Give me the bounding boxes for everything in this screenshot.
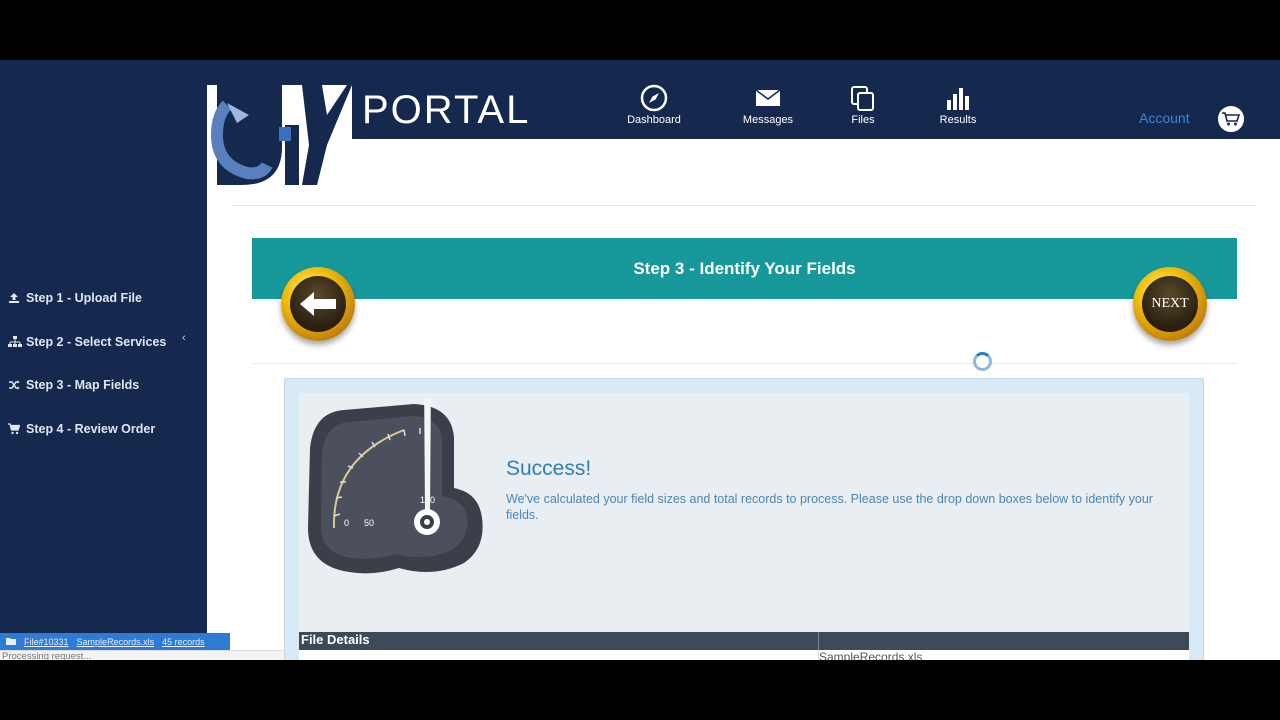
divider bbox=[232, 205, 1256, 206]
sidebar-item-upload-file[interactable]: Step 1 - Upload File bbox=[8, 291, 142, 305]
nav-messages[interactable]: Messages bbox=[728, 84, 808, 126]
cart-icon bbox=[8, 423, 21, 435]
sidebar-item-review-order[interactable]: Step 4 - Review Order bbox=[8, 422, 155, 436]
sidebar-item-map-fields[interactable]: Step 3 - Map Fields bbox=[8, 378, 139, 392]
speedometer-gauge: 0 50 100 bbox=[308, 398, 483, 574]
table-cell: SampleRecords.xls bbox=[819, 650, 923, 660]
diy-logo[interactable] bbox=[207, 85, 352, 185]
app-screen: Step 1 - Upload File Step 2 - Select Ser… bbox=[0, 60, 1280, 660]
table-header-cell: File Details bbox=[299, 632, 819, 650]
file-name: SampleRecords.xls bbox=[76, 636, 155, 647]
envelope-icon bbox=[755, 89, 781, 106]
chevron-left-icon[interactable]: ‹ bbox=[182, 332, 186, 344]
sidebar-item-label: Step 1 - Upload File bbox=[26, 291, 142, 305]
table-header: File Details bbox=[299, 632, 1189, 650]
portal-title: PORTAL bbox=[362, 88, 531, 132]
gauge-tick-50: 50 bbox=[364, 518, 374, 528]
nav-dashboard[interactable]: Dashboard bbox=[614, 84, 694, 126]
sidebar-item-select-services[interactable]: Step 2 - Select Services bbox=[8, 335, 166, 349]
success-title: Success! bbox=[506, 457, 592, 480]
shuffle-icon bbox=[8, 379, 20, 391]
file-chip[interactable]: File#10331 SampleRecords.xls 45 records bbox=[0, 633, 230, 650]
next-label: NEXT bbox=[1151, 296, 1189, 311]
success-message: We've calculated your field sizes and to… bbox=[506, 492, 1153, 522]
table-row: SampleRecords.xls bbox=[299, 650, 1189, 660]
files-icon bbox=[851, 86, 874, 111]
file-id: File#10331 bbox=[24, 636, 69, 647]
cart-icon bbox=[1222, 112, 1240, 126]
bar-chart-icon bbox=[947, 88, 969, 110]
sidebar-item-label: Step 3 - Map Fields bbox=[26, 378, 140, 392]
account-link[interactable]: Account bbox=[1139, 110, 1190, 126]
step-title: Step 3 - Identify Your Fields bbox=[633, 258, 856, 278]
sidebar: Step 1 - Upload File Step 2 - Select Ser… bbox=[0, 60, 207, 660]
next-button[interactable]: NEXT bbox=[1133, 267, 1207, 341]
nav-label: Files bbox=[851, 114, 875, 126]
file-records: 45 records bbox=[162, 636, 205, 647]
sidebar-item-label: Step 4 - Review Order bbox=[26, 422, 156, 436]
arrow-left-icon bbox=[290, 276, 346, 332]
nav-results[interactable]: Results bbox=[918, 84, 998, 126]
nav-label: Dashboard bbox=[627, 114, 681, 126]
back-button[interactable] bbox=[281, 267, 355, 341]
step-banner: Step 3 - Identify Your Fields bbox=[252, 238, 1237, 299]
divider bbox=[252, 363, 1237, 364]
cart-button[interactable] bbox=[1216, 104, 1246, 134]
sidebar-item-label: Step 2 - Select Services bbox=[26, 335, 167, 349]
gauge-tick-0: 0 bbox=[344, 518, 349, 528]
sitemap-icon bbox=[8, 336, 22, 348]
upload-icon bbox=[8, 292, 20, 304]
table-cell bbox=[299, 650, 819, 660]
nav-label: Results bbox=[939, 114, 977, 126]
table-header-cell bbox=[819, 632, 1189, 650]
file-details-table: File Details SampleRecords.xls bbox=[299, 632, 1189, 660]
nav-label: Messages bbox=[742, 114, 794, 126]
compass-icon bbox=[640, 84, 668, 112]
nav-files[interactable]: Files bbox=[823, 84, 903, 126]
loading-spinner-icon bbox=[973, 352, 992, 371]
folder-icon bbox=[6, 637, 16, 647]
